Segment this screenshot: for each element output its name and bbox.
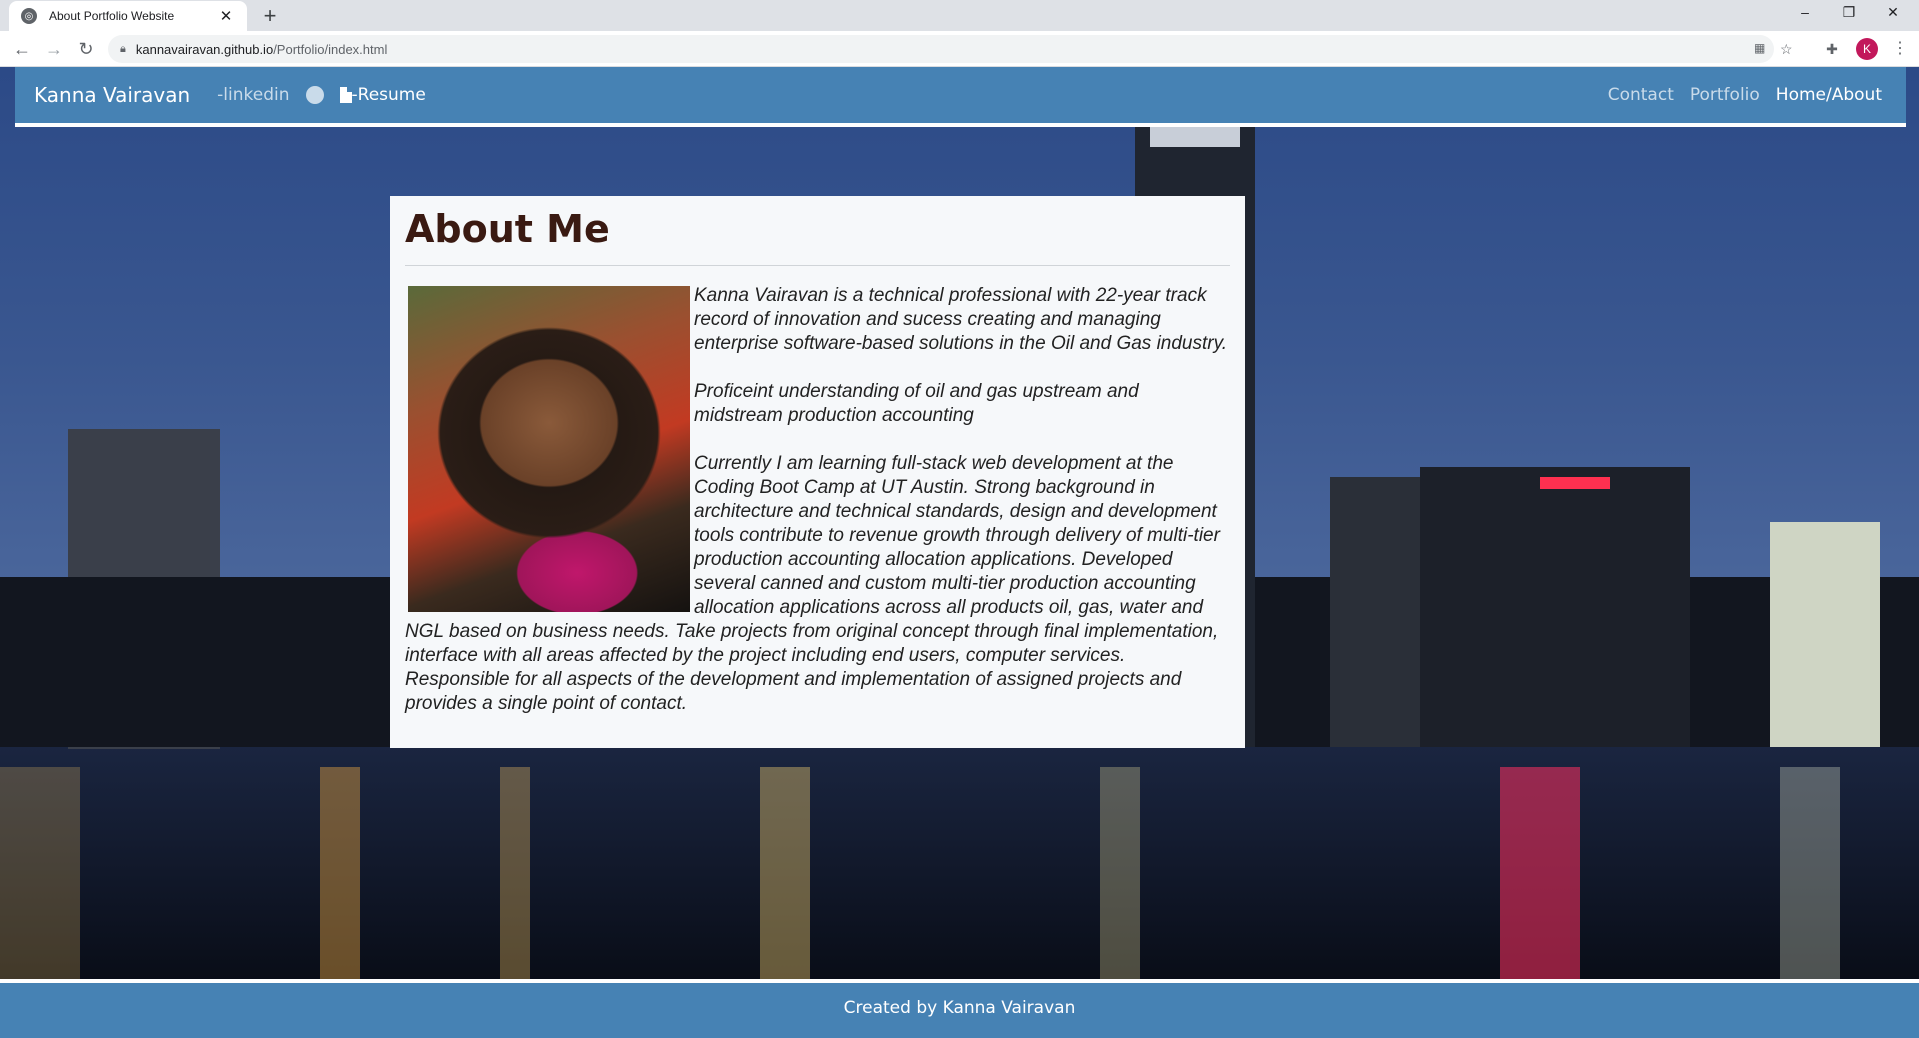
restore-icon[interactable]: ❐ — [1827, 0, 1871, 25]
browser-toolbar: ← → ↻ 🔒︎ kannavairavan.github.io /Portfo… — [0, 31, 1919, 67]
file-icon — [339, 87, 352, 103]
globe-icon: ◎ — [21, 8, 37, 24]
address-bar[interactable]: 🔒︎ kannavairavan.github.io /Portfolio/in… — [108, 35, 1793, 63]
site-navbar: Kanna Vairavan -linkedin -Resume Contact… — [15, 67, 1906, 127]
close-icon[interactable]: ✕ — [217, 7, 235, 25]
plus-icon[interactable]: + — [256, 3, 284, 31]
menu-icon[interactable]: ⋮ — [1886, 35, 1914, 63]
footer-text: Created by Kanna Vairavan — [843, 998, 1076, 1018]
nav-portfolio[interactable]: Portfolio — [1690, 85, 1760, 105]
site-footer: Created by Kanna Vairavan — [0, 979, 1919, 1038]
puzzle-icon[interactable]: ✚ — [1818, 35, 1846, 63]
reload-icon[interactable]: ↻ — [72, 35, 100, 63]
minimize-icon[interactable]: – — [1783, 0, 1827, 25]
url-path: /Portfolio/index.html — [273, 41, 388, 57]
linkedin-link[interactable]: -linkedin — [217, 85, 289, 105]
github-icon[interactable] — [305, 86, 324, 104]
window-close-icon[interactable]: ✕ — [1871, 0, 1915, 25]
nav-home-about[interactable]: Home/About — [1776, 85, 1882, 105]
brand-link[interactable]: Kanna Vairavan — [34, 83, 190, 107]
lock-icon[interactable]: 🔒︎ — [120, 43, 126, 56]
star-icon[interactable]: ☆ — [1780, 41, 1793, 58]
url-host: kannavairavan.github.io — [135, 41, 274, 57]
browser-tab-bar: ◎ About Portfolio Website ✕ + – ❐ ✕ — [0, 0, 1919, 31]
browser-tab[interactable]: ◎ About Portfolio Website ✕ — [9, 1, 247, 31]
forward-icon[interactable]: → — [40, 35, 68, 63]
resume-link[interactable]: -Resume — [352, 85, 426, 105]
page-viewport: Kanna Vairavan -linkedin -Resume Contact… — [0, 67, 1919, 1038]
nav-contact[interactable]: Contact — [1608, 85, 1674, 105]
about-card: About Me Kanna Vairavan is a technical p… — [390, 196, 1245, 748]
avatar[interactable]: K — [1856, 38, 1878, 60]
tab-title: About Portfolio Website — [49, 9, 175, 23]
qr-icon[interactable]: ▦ — [1754, 41, 1765, 55]
back-icon[interactable]: ← — [8, 35, 36, 63]
page-title: About Me — [405, 207, 610, 251]
profile-photo — [408, 286, 690, 612]
